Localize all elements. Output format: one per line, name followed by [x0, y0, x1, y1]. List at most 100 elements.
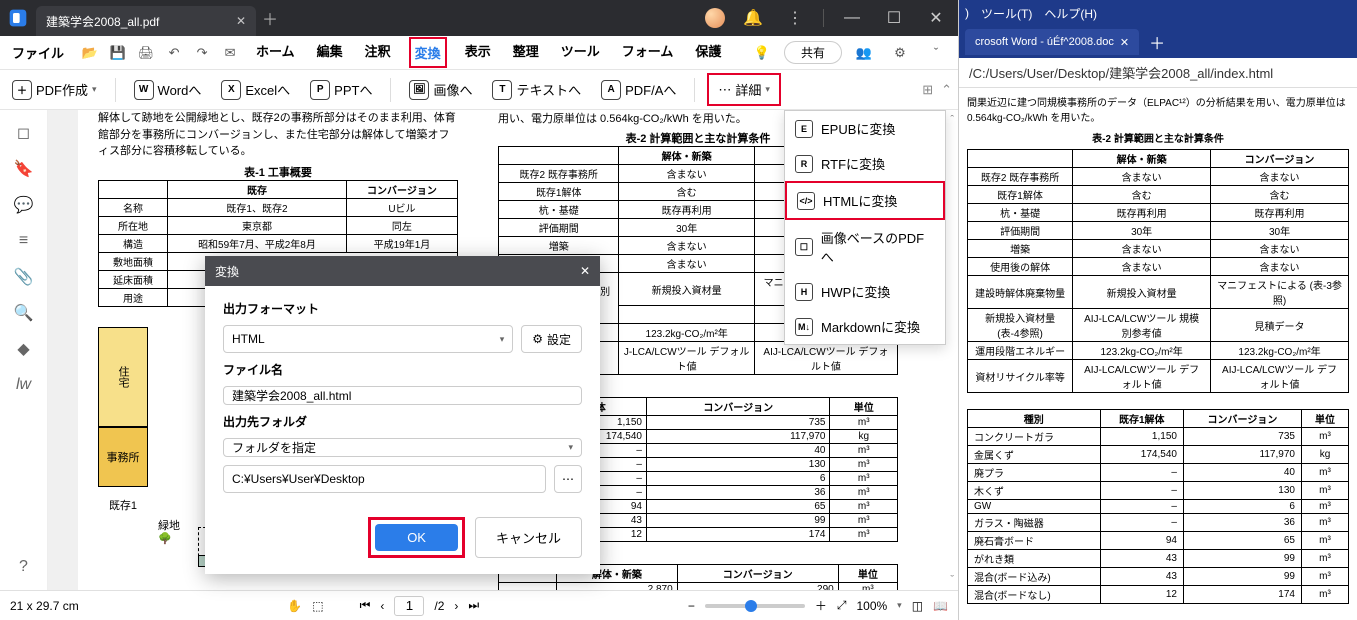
pdf-create-button[interactable]: ＋PDF作成▾	[6, 76, 103, 104]
word-address-bar[interactable]: /C:/Users/User/Desktop/建築学会2008_all/inde…	[959, 58, 1357, 88]
notify-icon[interactable]: 🔔	[739, 4, 767, 32]
gear-icon[interactable]: ⚙	[886, 39, 914, 67]
to-pdfa-button[interactable]: APDF/Aへ	[595, 76, 682, 104]
undo-icon[interactable]: ↶	[160, 39, 188, 67]
to-image-button[interactable]: 🖼画像へ	[403, 76, 478, 104]
dropdown-epub[interactable]: EEPUBに変換	[785, 111, 945, 146]
signature-icon[interactable]: lw	[13, 374, 35, 396]
view-mode-icon[interactable]: ◫	[912, 599, 923, 613]
minimize-icon[interactable]: ―	[838, 4, 866, 32]
layers-icon[interactable]: ≡	[13, 230, 35, 252]
word-tab-close-icon[interactable]: ✕	[1120, 36, 1129, 49]
zoom-slider[interactable]	[705, 604, 805, 608]
kebab-icon[interactable]: ⋮	[781, 4, 809, 32]
word-menubar: ) ツール(T) ヘルプ(H)	[959, 0, 1357, 26]
dialog-title: 変換	[215, 263, 239, 280]
app-logo	[0, 0, 36, 36]
tab-convert[interactable]: 変換	[409, 37, 447, 68]
to-word-button[interactable]: WWordへ	[128, 76, 208, 104]
status-bar: 21 x 29.7 cm ✋ ⬚ ⏮ ‹ /2 › ⏭ − ＋ ⤢ 100%▾ …	[0, 590, 958, 620]
to-excel-button[interactable]: XExcelへ	[215, 76, 296, 104]
word-tabbar: crosoft Word - úÉf^2008.doc ✕ ＋	[959, 26, 1357, 58]
zoom-in-icon[interactable]: ＋	[815, 597, 827, 614]
cancel-button[interactable]: キャンセル	[475, 517, 582, 558]
word-content[interactable]: 間果近辺に建つ同規模事務所のデータ（ELPAC¹²）の分析結果を用い、電力原単位…	[959, 88, 1357, 620]
stack-icon[interactable]: ◆	[13, 338, 35, 360]
hand-tool-icon[interactable]: ✋	[287, 599, 302, 613]
word-new-tab[interactable]: ＋	[1145, 30, 1169, 54]
tab-form[interactable]: フォーム	[618, 37, 678, 68]
format-select[interactable]: HTML▾	[223, 325, 513, 353]
help-icon[interactable]: ?	[13, 556, 35, 578]
tab-edit[interactable]: 編集	[313, 37, 347, 68]
word-menu-help[interactable]: ヘルプ(H)	[1044, 5, 1097, 22]
dialog-close-icon[interactable]: ✕	[580, 264, 590, 278]
dialog-titlebar[interactable]: 変換 ✕	[205, 256, 600, 286]
bulb-icon[interactable]: 💡	[748, 39, 776, 67]
tab-organize[interactable]: 整理	[509, 37, 543, 68]
search-icon[interactable]: 🔍	[13, 302, 35, 324]
ok-button[interactable]: OK	[375, 524, 458, 551]
last-page-icon[interactable]: ⏭	[468, 598, 479, 613]
titlebar: 建築学会2008_all.pdf ✕ ＋ 🔔 ⋮ ― ☐ ✕	[0, 0, 958, 36]
redo-icon[interactable]: ↷	[188, 39, 216, 67]
tab-tools[interactable]: ツール	[557, 37, 604, 68]
fit-icon[interactable]: ⤢	[837, 598, 847, 613]
dropdown-hwp[interactable]: HHWPに変換	[785, 274, 945, 309]
batch-icon[interactable]: ⊞	[922, 82, 933, 98]
select-tool-icon[interactable]: ⬚	[312, 599, 323, 613]
close-window-icon[interactable]: ✕	[922, 4, 950, 32]
folder-path-input[interactable]: C:¥Users¥User¥Desktop	[223, 465, 546, 493]
scroll-down-icon[interactable]: ˇ	[950, 574, 954, 586]
comment-icon[interactable]: 💬	[13, 194, 35, 216]
attachment-icon[interactable]: 📎	[13, 266, 35, 288]
settings-button[interactable]: ⚙設定	[521, 325, 582, 353]
page-input[interactable]	[394, 596, 424, 616]
cloud-icon[interactable]: 👥	[850, 39, 878, 67]
tab-annotate[interactable]: 注釈	[361, 37, 395, 68]
dropdown-image-pdf[interactable]: ☐画像ベースのPDFへ	[785, 220, 945, 274]
close-tab-icon[interactable]: ✕	[236, 14, 246, 28]
tab-view[interactable]: 表示	[461, 37, 495, 68]
open-icon[interactable]: 📂	[76, 39, 104, 67]
word-tab[interactable]: crosoft Word - úÉf^2008.doc ✕	[965, 29, 1139, 55]
scroll-up-icon[interactable]: ˆ	[950, 114, 954, 126]
word-menu-tools[interactable]: ツール(T)	[981, 5, 1032, 22]
zoom-value[interactable]: 100%	[856, 599, 887, 613]
ribbon: ＋PDF作成▾ WWordへ XExcelへ PPPTへ 🖼画像へ Tテキストへ…	[0, 70, 958, 110]
print-icon[interactable]: 🖨	[132, 39, 160, 67]
zoom-out-icon[interactable]: −	[688, 599, 695, 613]
detail-button[interactable]: ⋯詳細▾	[710, 76, 778, 103]
share-button[interactable]: 共有	[784, 41, 842, 64]
browse-button[interactable]: ⋯	[554, 465, 582, 493]
page-dimensions: 21 x 29.7 cm	[10, 599, 79, 613]
to-text-button[interactable]: Tテキストへ	[486, 76, 587, 104]
folder-label: 出力先フォルダ	[223, 413, 582, 430]
collapse-ribbon-icon[interactable]: ˇ	[922, 39, 950, 67]
bookmark-icon[interactable]: 🔖	[13, 158, 35, 180]
filename-label: ファイル名	[223, 361, 582, 378]
filename-input[interactable]: 建築学会2008_all.html	[223, 386, 582, 405]
first-page-icon[interactable]: ⏮	[360, 598, 371, 613]
next-page-icon[interactable]: ›	[454, 599, 458, 613]
dropdown-markdown[interactable]: M↓Markdownに変換	[785, 309, 945, 344]
save-icon[interactable]: 💾	[104, 39, 132, 67]
reading-mode-icon[interactable]: 📖	[933, 599, 948, 613]
dropdown-rtf[interactable]: RRTFに変換	[785, 146, 945, 181]
dropdown-html[interactable]: </>HTMLに変換	[787, 183, 943, 218]
mail-icon[interactable]: ✉	[216, 39, 244, 67]
prev-page-icon[interactable]: ‹	[380, 599, 384, 613]
menu-file[interactable]: ファイル	[0, 43, 76, 62]
new-tab-button[interactable]: ＋	[256, 4, 284, 32]
maximize-icon[interactable]: ☐	[880, 4, 908, 32]
folder-select[interactable]: フォルダを指定▾	[223, 438, 582, 457]
thumbnail-icon[interactable]: ◻	[13, 122, 35, 144]
page-total: /2	[434, 599, 444, 613]
tab-protect[interactable]: 保護	[691, 37, 725, 68]
ribbon-collapse-icon[interactable]: ⌃	[941, 82, 952, 98]
user-avatar[interactable]	[705, 8, 725, 28]
tab-home[interactable]: ホーム	[252, 37, 299, 68]
to-ppt-button[interactable]: PPPTへ	[304, 76, 378, 104]
document-tab[interactable]: 建築学会2008_all.pdf ✕	[36, 6, 256, 36]
tab-title: 建築学会2008_all.pdf	[46, 13, 159, 30]
